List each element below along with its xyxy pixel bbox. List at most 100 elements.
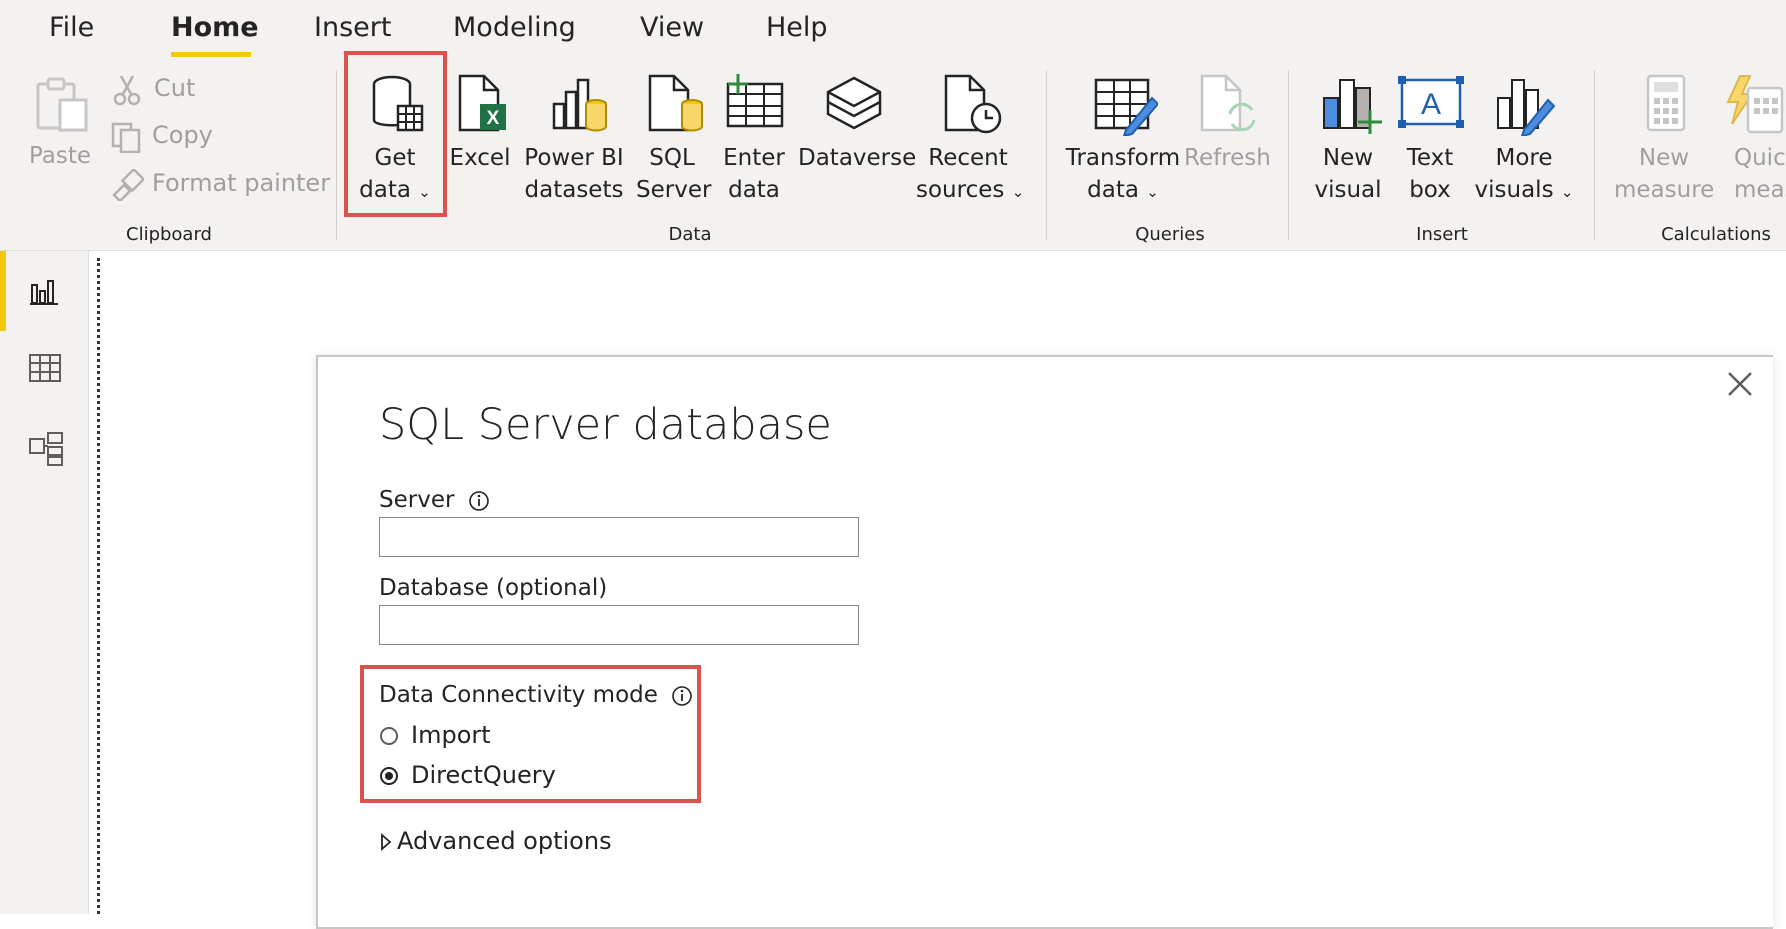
advanced-options-label: Advanced options [397,827,612,855]
cut-label: Cut [154,74,196,102]
cut-button[interactable]: Cut [112,74,262,110]
text-box-label-2: box [1409,177,1451,203]
quick-measure-button[interactable]: Quic measu [1714,74,1786,224]
new-visual-button[interactable]: New visual [1310,74,1386,224]
group-label-queries: Queries [1135,224,1205,245]
refresh-button[interactable]: Refresh [1184,74,1271,224]
quick-measure-icon [1726,75,1784,134]
view-switcher-rail [0,251,89,914]
report-view-icon[interactable] [28,275,60,307]
text-box-label-1: Text [1406,145,1454,171]
new-visual-label-1: New [1322,145,1374,171]
sql-server-icon [648,74,703,132]
recent-sources-label-1: Recent [928,145,1008,171]
refresh-icon [1200,74,1256,132]
tab-help[interactable]: Help [766,12,828,43]
copy-button[interactable]: Copy [110,121,270,157]
active-tab-indicator [171,52,251,57]
copy-icon [111,122,141,153]
more-visuals-button[interactable]: More visuals ⌄ [1474,74,1574,224]
sql-server-database-dialog: SQL Server database Server Database (opt… [316,355,1773,929]
excel-icon: X [458,74,506,132]
refresh-label: Refresh [1184,145,1271,171]
power-bi-datasets-label-2: datasets [524,177,624,203]
chevron-down-icon: ⌄ [1560,183,1574,201]
paste-label: Paste [28,143,92,169]
quick-measure-label-1: Quic [1734,145,1786,171]
transform-data-button[interactable]: Transform data ⌄ [1064,74,1182,224]
sql-server-button[interactable]: SQL Server [636,74,711,224]
dataverse-label: Dataverse [798,145,917,171]
enter-data-icon [726,74,784,128]
advanced-options-toggle[interactable]: Advanced options [379,827,612,855]
dialog-title: SQL Server database [379,400,832,450]
transform-data-label-2: data ⌄ [1064,174,1182,208]
power-bi-datasets-label-1: Power BI [524,145,624,171]
chevron-down-icon: ⌄ [1011,183,1025,201]
enter-data-button[interactable]: Enter data [718,74,790,224]
ribbon-separator [336,70,337,240]
dataverse-button[interactable]: Dataverse [798,74,917,224]
info-icon[interactable] [468,490,490,512]
new-visual-label-2: visual [1314,177,1382,203]
connectivity-mode-highlight [360,665,701,803]
get-data-highlight [344,51,447,217]
scissors-icon [113,75,141,106]
sql-server-label-1: SQL [649,145,695,171]
enter-data-label-1: Enter [723,145,785,171]
enter-data-label-2: data [728,177,780,203]
tab-home[interactable]: Home [171,12,259,43]
ribbon-separator [1046,70,1047,240]
server-label: Server [379,487,490,513]
new-measure-button[interactable]: New measure [1614,74,1714,224]
svg-text:A: A [1421,88,1441,121]
transform-data-label-1: Transform [1065,145,1181,171]
more-visuals-label-1: More [1495,145,1553,171]
group-label-data: Data [668,224,712,245]
recent-sources-icon [944,74,1002,134]
transform-data-icon [1094,78,1158,136]
calculator-icon [1646,74,1686,132]
dataset-icon [552,78,607,132]
active-view-indicator [0,251,6,331]
tab-file[interactable]: File [49,12,94,43]
recent-sources-label-2-text: sources [916,177,1005,203]
canvas-border [97,258,100,914]
tab-modeling[interactable]: Modeling [453,12,576,43]
new-visual-icon [1323,79,1382,134]
database-label: Database (optional) [379,575,608,601]
text-box-icon: A [1398,76,1464,128]
quick-measure-label-2: measu [1734,177,1786,203]
database-input[interactable] [379,605,859,645]
more-visuals-label-2-text: visuals [1474,177,1554,203]
power-bi-datasets-button[interactable]: Power BI datasets [522,74,626,224]
format-painter-button[interactable]: Format painter [110,169,330,205]
server-input[interactable] [379,517,859,557]
paste-button[interactable]: Paste [24,76,96,169]
new-measure-label-2: measure [1614,177,1715,203]
dataverse-icon [826,76,882,130]
excel-button[interactable]: X Excel [448,74,512,224]
chevron-down-icon: ⌄ [1146,183,1159,201]
model-view-icon[interactable] [28,431,64,467]
svg-text:X: X [487,108,500,129]
caret-right-icon [381,833,392,851]
paste-icon [36,77,88,132]
recent-sources-label-2: sources ⌄ [916,174,1024,208]
copy-label: Copy [152,121,213,149]
group-label-calculations: Calculations [1661,224,1771,245]
format-painter-icon [112,169,144,201]
close-icon[interactable] [1725,369,1755,399]
tab-insert[interactable]: Insert [314,12,391,43]
recent-sources-button[interactable]: Recent sources ⌄ [916,74,1024,224]
data-view-icon[interactable] [28,353,62,383]
text-box-button[interactable]: A Text box [1396,74,1464,224]
transform-data-label-2-text: data [1087,177,1139,203]
menu-bar: File Home Insert Modeling View Help [0,0,1786,62]
more-visuals-icon [1497,79,1556,136]
ribbon: Paste Cut Copy Format painter Clipboard [0,51,1786,251]
ribbon-separator [1288,70,1289,240]
tab-view[interactable]: View [640,12,704,43]
group-label-clipboard: Clipboard [126,224,212,245]
new-measure-label-1: New [1638,145,1690,171]
